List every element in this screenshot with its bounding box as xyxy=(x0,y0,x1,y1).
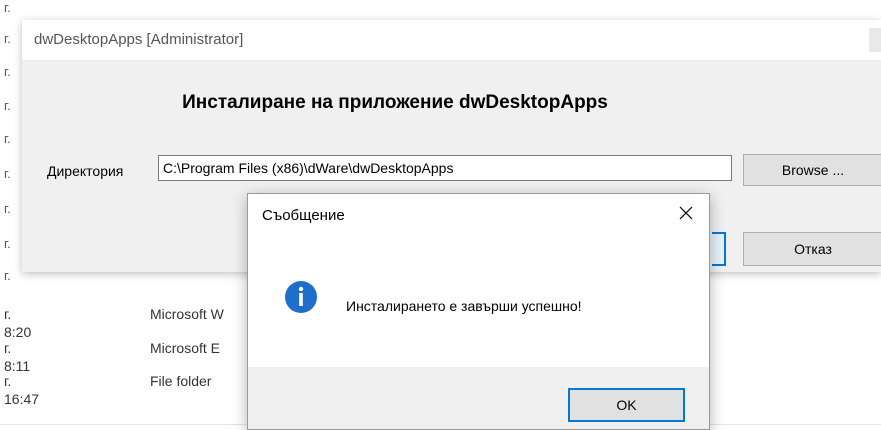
browse-button[interactable]: Browse ... xyxy=(743,154,881,186)
install-button[interactable] xyxy=(712,232,726,266)
close-icon xyxy=(679,206,693,220)
window-control-edge[interactable] xyxy=(869,28,881,52)
list-item-fragment: г. xyxy=(4,201,11,216)
list-item-fragment: г. xyxy=(4,98,11,113)
list-item-fragment: г. xyxy=(4,31,11,46)
list-item-fragment: г. xyxy=(4,0,11,15)
dialog-message: Инсталирането е завърши успешно! xyxy=(346,298,582,314)
page-title: Инсталиране на приложение dwDesktopApps xyxy=(182,92,608,113)
file-date: г. 16:47 xyxy=(4,373,40,407)
file-type: File folder xyxy=(150,373,212,389)
dialog-title: Съобщение xyxy=(262,207,345,224)
directory-input[interactable] xyxy=(158,155,732,181)
message-dialog: Съобщение Инсталирането е завърши успешн… xyxy=(247,193,710,430)
file-date: г. 8:11 xyxy=(4,340,31,374)
installer-titlebar[interactable]: dwDesktopApps [Administrator] xyxy=(22,20,881,60)
screen: г. г. г. г. г. г. г. г. г. г. 8:20 Micro… xyxy=(0,0,881,430)
list-item-fragment: г. xyxy=(4,236,11,251)
directory-label: Директория xyxy=(47,163,124,179)
file-type: Microsoft W xyxy=(150,306,224,322)
ok-button[interactable]: OK xyxy=(568,388,685,422)
file-type: Microsoft E xyxy=(150,340,221,356)
file-date: г. 8:20 xyxy=(4,306,32,340)
list-item-fragment: г. xyxy=(4,64,11,79)
info-icon xyxy=(285,281,317,313)
list-item-fragment: г. xyxy=(4,131,11,146)
list-item-fragment: г. xyxy=(4,268,11,283)
window-title: dwDesktopApps [Administrator] xyxy=(34,31,244,48)
cancel-button[interactable]: Отказ xyxy=(743,232,881,266)
close-button[interactable] xyxy=(671,200,701,228)
list-item-fragment: г. xyxy=(4,166,11,181)
